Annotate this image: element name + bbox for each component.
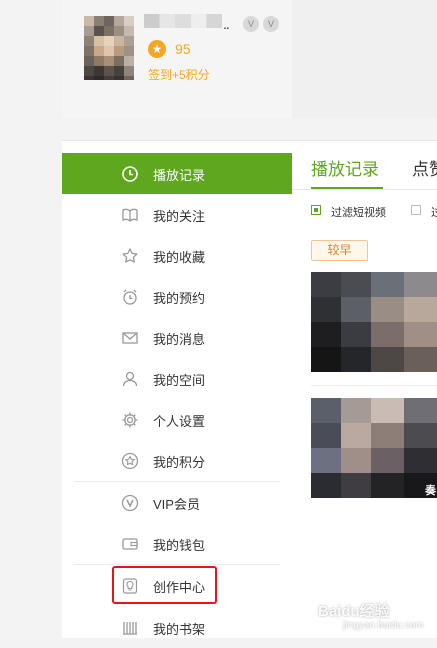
sidebar-item-label: 我的书架 [153,622,206,637]
sidebar-item-label: 我的预约 [153,291,206,306]
watermark-title: Baidu经验 [318,603,390,620]
filter-short-video-checkbox[interactable] [311,205,321,215]
tab-play-history[interactable]: 播放记录 [311,155,379,180]
list-divider [311,385,437,386]
sidebar-item-label: 我的空间 [153,373,206,388]
period-label: 较早 [311,240,368,261]
vip-icon [121,494,139,512]
tab-bar-divider [292,189,437,190]
sidebar-item-label: 我的关注 [153,209,206,224]
sidebar-item-wallet[interactable]: 我的钱包 [62,523,292,564]
sidebar-item-label: 播放记录 [153,168,206,183]
filter-second-label: 过 [431,207,437,219]
gear-icon [122,412,138,428]
filter-second-checkbox[interactable] [411,205,421,215]
sidebar-item-label: 我的消息 [153,332,206,347]
tab-likes[interactable]: 点赞 [412,155,437,180]
book-open-icon [122,208,138,222]
video-thumbnail[interactable] [311,272,437,372]
wallet-icon [122,538,138,550]
bookshelf-icon [123,622,137,635]
sidebar-item-space[interactable]: 我的空间 [62,358,292,399]
envelope-icon [122,332,138,344]
sidebar-item-label: 个人设置 [153,414,206,429]
vip-level-badge[interactable]: V [243,16,259,32]
clock-icon [122,166,138,182]
points-coin-icon: ★ [148,40,166,58]
filter-short-video-label: 过滤短视频 [331,207,386,219]
sidebar-item-play-history[interactable]: 播放记录 [62,153,292,194]
signin-link[interactable]: 签到+5积分 [148,66,210,83]
video-caption: 奏 [425,485,436,497]
sidebar-item-label: 我的收藏 [153,250,206,265]
sidebar-item-label: 我的积分 [153,455,206,470]
sidebar-item-reservations[interactable]: 我的预约 [62,276,292,317]
star-circle-icon [121,452,139,470]
verified-badge[interactable]: V [263,16,279,32]
person-icon [122,371,138,387]
sidebar-item-label: 我的钱包 [153,538,206,553]
points-value: 95 [175,41,191,57]
sidebar-item-favorites[interactable]: 我的收藏 [62,235,292,276]
star-icon [122,248,138,263]
alarm-clock-icon [123,289,137,305]
main-panel [292,152,437,638]
sidebar-item-label: VIP会员 [153,497,200,512]
sidebar-item-vip[interactable]: VIP会员 [62,482,292,523]
username-ellipsis: .. [223,16,230,32]
highlight-box [112,566,217,604]
sidebar-item-settings[interactable]: 个人设置 [62,399,292,440]
watermark-url: jingyan.baidu.com [343,620,424,631]
sidebar-item-following[interactable]: 我的关注 [62,194,292,235]
video-thumbnail[interactable] [311,398,437,498]
sidebar-item-messages[interactable]: 我的消息 [62,317,292,358]
username-blurred [144,14,222,28]
sidebar-item-points[interactable]: 我的积分 [62,440,292,481]
profile-card-side [292,0,437,118]
sidebar-item-bookshelf[interactable]: 我的书架 [62,607,292,648]
avatar[interactable] [84,16,134,80]
